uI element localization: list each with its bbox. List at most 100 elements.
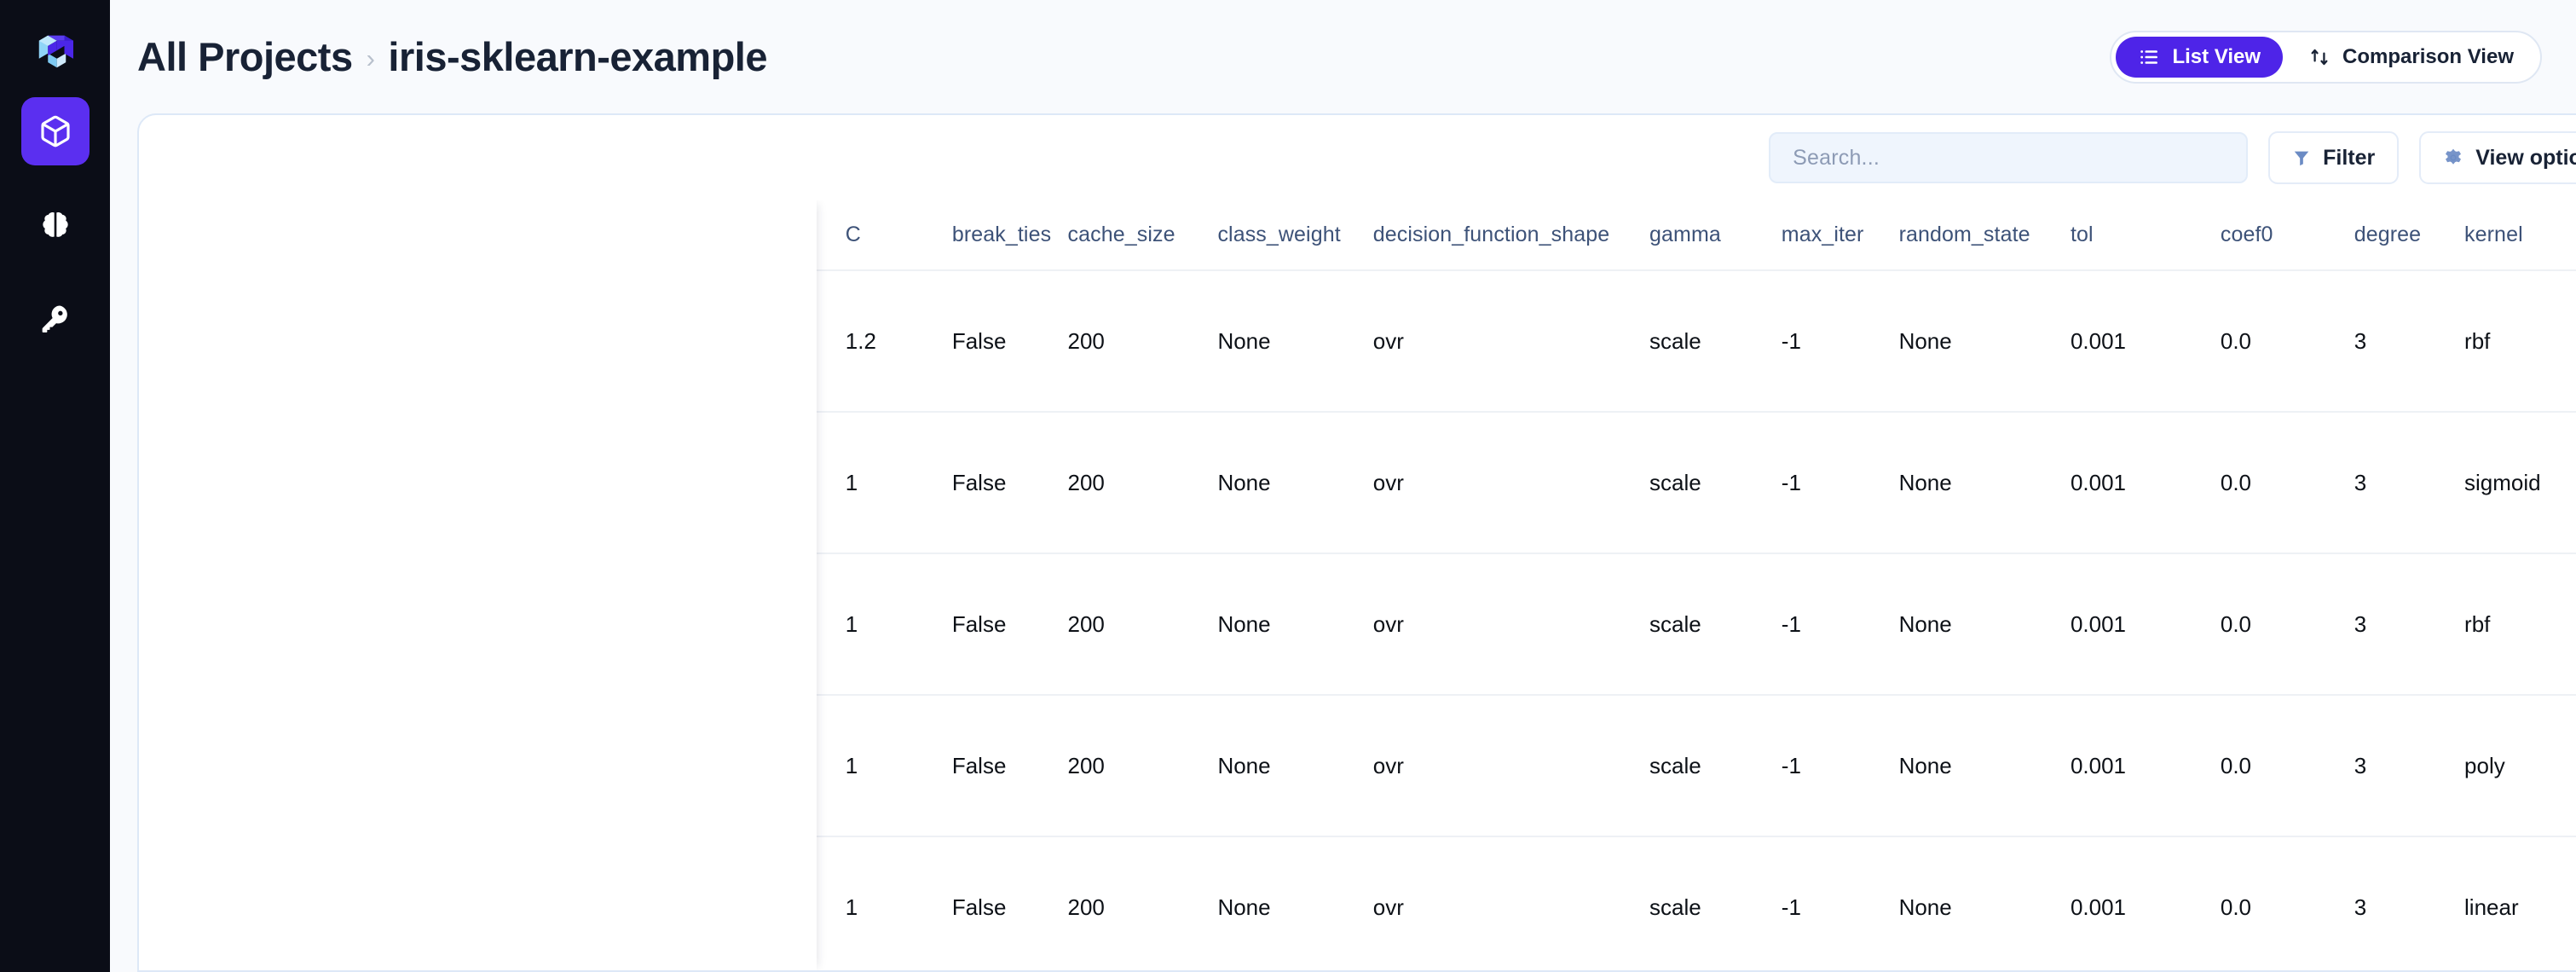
cell-degree: 3	[2354, 695, 2465, 837]
tab-list-view-label: List View	[2172, 44, 2261, 68]
cell-kernel: rbf	[2464, 270, 2576, 413]
truefoundry-cube-logo-icon	[38, 35, 73, 68]
cell-tol: 0.001	[2070, 695, 2221, 837]
cell-break-ties: False	[951, 412, 1068, 554]
tab-comparison-view[interactable]: Comparison View	[2286, 37, 2536, 78]
run-owner-label: tfy-seed	[234, 915, 315, 940]
cell-coef0: 0.0	[2220, 695, 2354, 837]
run-owner: Ttfy-seed	[198, 915, 678, 941]
view-options-button[interactable]: View options	[2419, 131, 2576, 184]
cell-class-weight: None	[1217, 270, 1373, 413]
avatar: T	[198, 349, 224, 374]
run-owner: Ttfy-seed	[198, 348, 678, 375]
row-select-cell	[139, 695, 199, 837]
row-checkbox[interactable]	[139, 606, 168, 636]
column-header-gamma[interactable]: gamma	[1649, 200, 1782, 271]
main-area: All Projects › iris-sklearn-example List…	[110, 0, 2576, 972]
row-checkbox[interactable]	[139, 890, 168, 919]
table-row[interactable]: svm-model Ttfy-seed 1 False 200 None ovr scale -…	[139, 836, 2576, 970]
sidebar-item-models[interactable]	[20, 97, 90, 165]
row-checkbox[interactable]	[139, 323, 168, 353]
cell-random-state: None	[1898, 695, 2071, 837]
select-all-header	[139, 200, 199, 271]
run-owner: Ttfy-seed	[198, 490, 678, 517]
app-root: All Projects › iris-sklearn-example List…	[0, 0, 2576, 972]
avatar: T	[198, 915, 224, 941]
column-header-coef0[interactable]: coef0	[2220, 200, 2354, 271]
run-name-cell: svm-model Ttfy-seed	[198, 836, 678, 970]
cell-degree: 3	[2354, 894, 2367, 920]
cell-c: 1	[845, 553, 952, 696]
funnel-icon	[2294, 151, 2309, 166]
hidden-column-cell	[677, 553, 846, 696]
tab-list-view[interactable]: List View	[2116, 36, 2284, 78]
cell-decision-function-shape: ovr	[1372, 412, 1650, 554]
column-header-break-ties[interactable]: break_ties	[951, 200, 1068, 271]
filter-button[interactable]: Filter	[2268, 131, 2400, 184]
column-header-run-name[interactable]: RUN NAME	[198, 200, 678, 271]
column-header-kernel[interactable]: kernel	[2464, 200, 2576, 271]
table-row[interactable]: svm-model-5 Ttfy-seed 1.2 False 200 None ovr sc…	[139, 270, 2576, 413]
search-input[interactable]: Search...	[1769, 132, 2249, 183]
key-icon	[42, 305, 67, 333]
runs-table-scroll[interactable]: RUN NAME s C break_ties cache_size class…	[139, 200, 2576, 970]
row-checkbox[interactable]	[139, 748, 168, 778]
column-header-degree[interactable]: degree	[2354, 200, 2465, 271]
run-owner-label: tfy-seed	[234, 631, 315, 657]
cell-gamma: scale	[1649, 553, 1782, 696]
runs-table-body: svm-model-5 Ttfy-seed 1.2 False 200 None ovr sc…	[139, 270, 2576, 970]
view-toggle: List View Comparison View	[2110, 30, 2542, 84]
run-name-link[interactable]: svm-model-5	[199, 308, 351, 336]
cell-decision-function-shape: ovr	[1372, 695, 1650, 837]
runs-card: Search... Filter View options	[137, 113, 2576, 972]
cell-kernel: sigmoid	[2464, 412, 2576, 554]
compare-icon	[2311, 49, 2328, 65]
cell-kernel: rbf	[2464, 553, 2576, 696]
table-row[interactable]: svm-model-4 Ttfy-seed 1 False 200 None ovr scal…	[139, 412, 2576, 554]
run-name-link[interactable]: svm-model-4	[199, 449, 351, 477]
cell-max-iter: -1	[1781, 412, 1899, 554]
breadcrumb-all-projects[interactable]: All Projects	[137, 33, 353, 80]
sidebar-item-secrets[interactable]	[21, 285, 90, 353]
row-checkbox[interactable]	[139, 465, 168, 495]
column-header-decision-function-shape[interactable]: decision_function_shape	[1372, 200, 1650, 271]
column-header-max-iter[interactable]: max_iter	[1781, 200, 1899, 271]
cell-tol: 0.001	[2070, 553, 2221, 696]
run-name-link[interactable]: svm-model-2	[199, 732, 351, 761]
cell-decision-function-shape: ovr	[1372, 553, 1650, 696]
column-header-random-state[interactable]: random_state	[1898, 200, 2071, 271]
cell-decision-function-shape: ovr	[1372, 270, 1650, 413]
select-all-checkbox[interactable]	[139, 217, 168, 246]
cell-cache-size: 200	[1067, 894, 1105, 920]
cell-random-state: None	[1898, 412, 2071, 554]
cell-degree: 3	[2354, 553, 2465, 696]
column-header-cache-size[interactable]: cache_size	[1067, 200, 1218, 271]
table-row[interactable]: svm-model-3 Ttfy-seed 1 False 200 None ovr scal…	[139, 553, 2576, 696]
avatar: T	[198, 490, 224, 516]
cell-random-state: None	[1898, 270, 2071, 413]
cube-icon	[40, 115, 70, 148]
cell-class-weight: None	[1217, 553, 1373, 696]
cell-gamma: scale	[1649, 894, 1701, 920]
cell-class-weight: None	[1217, 894, 1271, 920]
run-name-link[interactable]: svm-model	[199, 874, 329, 902]
sidebar-item-brain[interactable]	[21, 191, 90, 259]
app-logo[interactable]	[28, 24, 83, 78]
run-name-cell: svm-model-2 Ttfy-seed	[198, 695, 678, 837]
page-header: All Projects › iris-sklearn-example List…	[110, 0, 2576, 113]
tab-comparison-view-label: Comparison View	[2342, 44, 2514, 68]
column-header-tol[interactable]: tol	[2070, 200, 2221, 271]
run-name-cell: svm-model-5 Ttfy-seed	[198, 270, 678, 413]
list-icon	[2140, 49, 2158, 64]
cell-break-ties: False	[951, 553, 1068, 696]
run-owner-label: tfy-seed	[234, 348, 315, 374]
run-name-link[interactable]: svm-model-3	[199, 591, 351, 619]
run-owner: Ttfy-seed	[198, 631, 678, 658]
column-header-c[interactable]: C	[845, 200, 952, 271]
cell-decision-function-shape: ovr	[1372, 894, 1404, 920]
cell-random-state: None	[1898, 553, 2071, 696]
column-header-class-weight[interactable]: class_weight	[1217, 200, 1373, 271]
cell-max-iter: -1	[1781, 695, 1899, 837]
run-name-cell: svm-model-3 Ttfy-seed	[198, 553, 678, 696]
table-row[interactable]: svm-model-2 Ttfy-seed 1 False 200 None ovr scal…	[139, 695, 2576, 837]
